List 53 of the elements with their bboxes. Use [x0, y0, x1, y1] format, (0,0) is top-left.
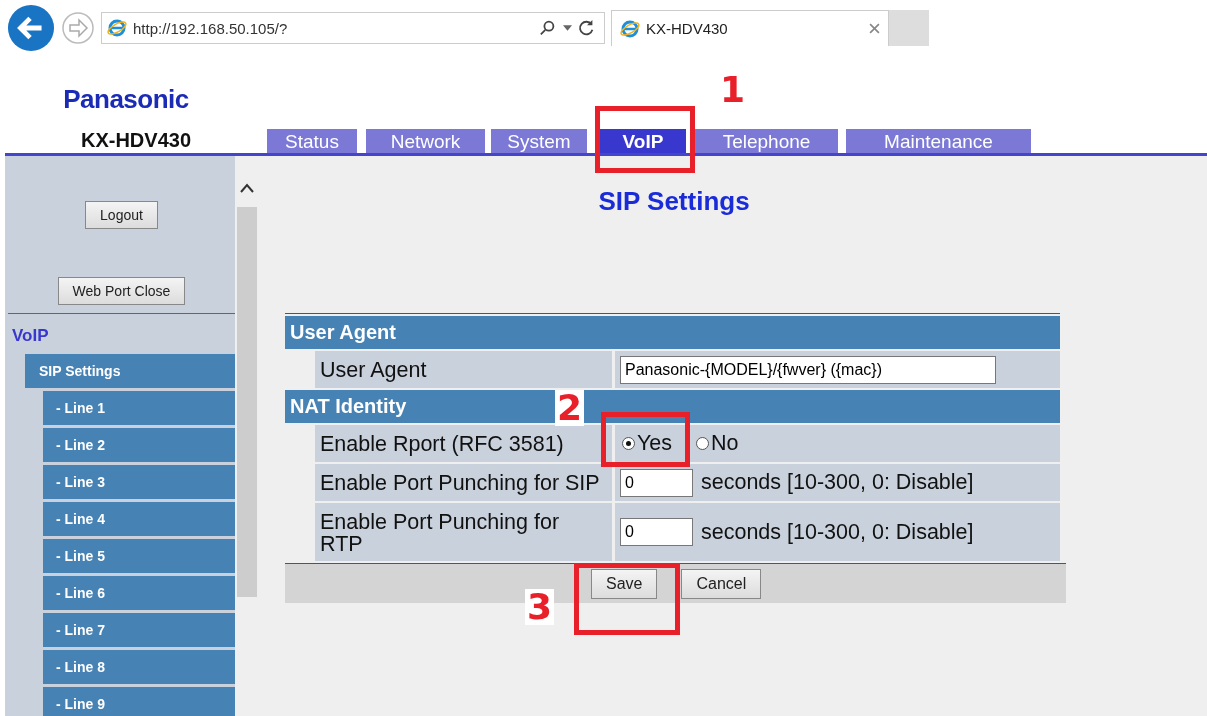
back-icon[interactable]	[7, 4, 55, 52]
refresh-icon[interactable]	[578, 19, 596, 37]
sidebar-button[interactable]: Web Port Close	[57, 277, 186, 305]
field-label: Enable Port Punching for RTP	[315, 503, 612, 561]
nav-tab[interactable]: Network	[366, 129, 485, 153]
page-title: SIP Settings	[597, 186, 751, 217]
sidebar-item[interactable]: - Line 7	[43, 613, 235, 647]
step-number: 2	[555, 390, 585, 426]
input-field[interactable]: 0	[620, 468, 693, 497]
field-hint: seconds [10-300, 0: Disable]	[701, 470, 974, 495]
browser-logo-icon	[620, 18, 640, 39]
step-number: 3	[525, 589, 555, 625]
scroll-up-icon[interactable]	[240, 183, 254, 193]
nav-tab[interactable]: System	[491, 129, 587, 153]
section-header: User Agent	[285, 316, 1060, 349]
field-label: Enable Rport (RFC 3581)	[315, 425, 612, 462]
dropdown-icon[interactable]	[563, 25, 572, 31]
form-button[interactable]: Cancel	[681, 568, 762, 599]
url-text: http://192.168.50.105/?	[133, 19, 289, 37]
field-label: User Agent	[315, 351, 612, 388]
nav-tab[interactable]: Telephone	[695, 129, 838, 153]
sidebar-item[interactable]: - Line 8	[43, 650, 235, 684]
scrollbar-thumb[interactable]	[237, 207, 257, 597]
sidebar-item[interactable]: - Line 2	[43, 428, 235, 462]
radio-label: Yes	[637, 431, 673, 456]
field-label: Enable Port Punching for SIP	[315, 464, 612, 501]
form-button[interactable]: Save	[591, 568, 658, 599]
tab-title: KX-HDV430	[646, 20, 729, 37]
input-field[interactable]: Panasonic-{MODEL}/{fwver} ({mac})	[620, 355, 996, 384]
sidebar-item[interactable]: - Line 3	[43, 465, 235, 499]
nav-tab[interactable]: VoIP	[600, 129, 686, 153]
close-icon[interactable]	[869, 23, 880, 34]
sidebar-item[interactable]: SIP Settings	[25, 354, 235, 388]
radio-button[interactable]	[622, 437, 635, 450]
sidebar-item[interactable]: - Line 4	[43, 502, 235, 536]
radio-button[interactable]	[696, 437, 710, 450]
sidebar-item[interactable]: - Line 6	[43, 576, 235, 610]
field-hint: seconds [10-300, 0: Disable]	[701, 519, 974, 545]
browser-tab[interactable]: KX-HDV430	[611, 10, 889, 46]
address-bar[interactable]: http://192.168.50.105/?	[101, 12, 605, 44]
sidebar-item[interactable]: - Line 1	[43, 391, 235, 425]
search-icon[interactable]	[539, 19, 557, 37]
nav-tab[interactable]: Status	[267, 129, 357, 153]
sidebar-section-title: VoIP	[11, 325, 50, 347]
sidebar-item[interactable]: - Line 9	[43, 687, 235, 716]
browser-logo-icon	[107, 18, 127, 38]
brand-logo: Panasonic	[63, 84, 189, 115]
input-field[interactable]: 0	[620, 518, 693, 546]
sidebar-item[interactable]: - Line 5	[43, 539, 235, 573]
sidebar-button[interactable]: Logout	[85, 201, 158, 229]
model-name: KX-HDV430	[80, 129, 191, 152]
radio-label: No	[711, 431, 739, 456]
nav-tab[interactable]: Maintenance	[846, 129, 1031, 153]
